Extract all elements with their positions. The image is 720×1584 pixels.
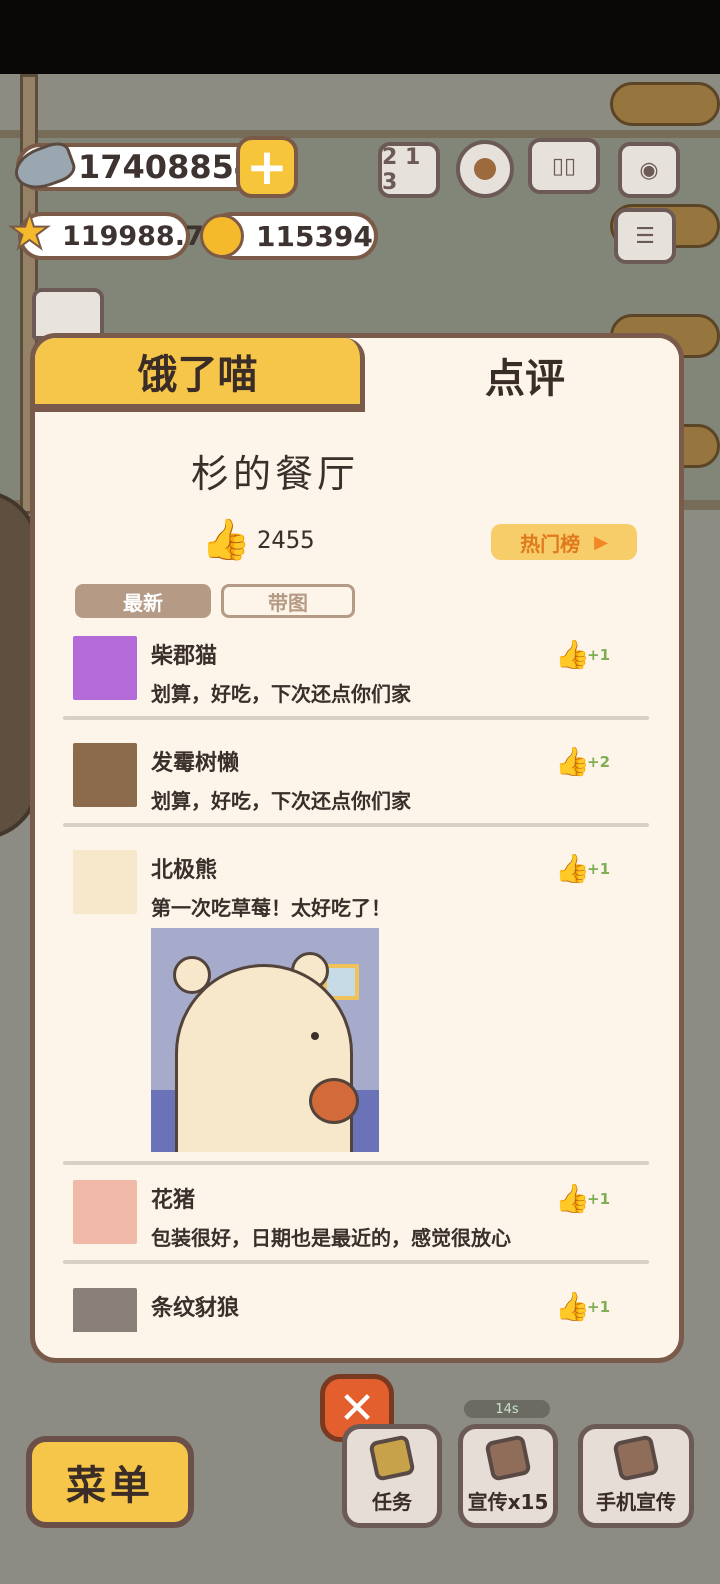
phone-icon bbox=[612, 1434, 660, 1482]
review-text: 划算，好吃，下次还点你们家 bbox=[151, 789, 411, 813]
bell-currency-value: 115394 bbox=[256, 219, 373, 253]
avatar bbox=[73, 1180, 137, 1244]
tasks-button[interactable]: 任务 bbox=[342, 1424, 442, 1528]
reviewer-name: 条纹豺狼 bbox=[151, 1296, 240, 1321]
settings-gear-icon[interactable] bbox=[456, 140, 514, 198]
review-item: 北极熊 第一次吃草莓！太好吃了！ 👍 +1 bbox=[67, 850, 653, 1155]
review-likes: +1 bbox=[587, 1298, 611, 1316]
review-likes: +1 bbox=[587, 1190, 611, 1208]
promote-button[interactable]: 宣传x15 bbox=[458, 1424, 558, 1528]
avatar bbox=[73, 743, 137, 807]
recipe-book-icon[interactable]: ▯▯ bbox=[528, 138, 600, 194]
thumbs-up-icon[interactable]: 👍 bbox=[555, 1182, 590, 1215]
review-panel: 饿了喵 点评 杉的餐厅 👍 2455 热门榜 ▶ 最新 带图 柴郡猫 划算，好吃… bbox=[30, 333, 684, 1363]
thumbs-up-icon[interactable]: 👍 bbox=[555, 1290, 590, 1323]
play-arrow-icon: ▶ bbox=[594, 531, 608, 553]
divider bbox=[63, 716, 649, 720]
review-item: 花猪 包装很好，日期也是最近的，感觉很放心 👍 +1 bbox=[67, 1180, 653, 1252]
filter-latest-button[interactable]: 最新 bbox=[75, 584, 211, 618]
thumbs-up-icon[interactable]: 👍 bbox=[555, 638, 590, 671]
review-photo[interactable] bbox=[151, 928, 379, 1152]
review-text: 包装很好，日期也是最近的，感觉很放心 bbox=[151, 1226, 511, 1250]
review-text: 第一次吃草莓！太好吃了！ bbox=[151, 896, 391, 920]
reviewer-name: 花猪 bbox=[151, 1188, 196, 1213]
divider bbox=[63, 1260, 649, 1264]
filter-with-image-label: 带图 bbox=[268, 590, 308, 615]
reviewer-name: 发霉树懒 bbox=[151, 751, 240, 776]
tab-eleme-label: 饿了喵 bbox=[137, 352, 258, 398]
reviewer-name: 北极熊 bbox=[151, 858, 218, 883]
total-likes-count: 2455 bbox=[256, 525, 315, 554]
phone-promote-label: 手机宣传 bbox=[596, 1490, 676, 1514]
checklist-icon bbox=[368, 1434, 416, 1482]
avatar bbox=[73, 636, 137, 700]
review-text: 划算，好吃，下次还点你们家 bbox=[151, 682, 411, 706]
thumbs-up-icon[interactable]: 👍 bbox=[555, 852, 590, 885]
tasks-label: 任务 bbox=[372, 1490, 412, 1514]
divider bbox=[63, 1161, 649, 1165]
promote-timer-value: 14s bbox=[495, 1401, 519, 1417]
restaurant-name: 杉的餐厅 bbox=[190, 452, 359, 496]
filter-latest-label: 最新 bbox=[123, 590, 163, 615]
review-item: 条纹豺狼 👍 +1 bbox=[67, 1288, 653, 1332]
menu-label: 菜单 bbox=[66, 1463, 154, 1509]
phone-promote-button[interactable]: 手机宣传 bbox=[578, 1424, 694, 1528]
hot-list-label: 热门榜 bbox=[520, 531, 581, 556]
flyer-icon bbox=[484, 1434, 532, 1482]
thumbs-up-icon: 👍 bbox=[201, 517, 251, 563]
review-likes: +1 bbox=[587, 860, 611, 878]
divider bbox=[63, 823, 649, 827]
total-likes: 👍 2455 bbox=[201, 516, 315, 563]
hot-list-button[interactable]: 热门榜 ▶ bbox=[491, 524, 637, 560]
ranking-icon[interactable]: 2 1 3 bbox=[378, 142, 440, 198]
review-likes: +1 bbox=[587, 646, 611, 664]
review-likes: +2 bbox=[587, 753, 611, 771]
star-currency-value: 119988.7 bbox=[62, 220, 204, 252]
tab-reviews-label: 点评 bbox=[485, 356, 565, 402]
tab-eleme[interactable]: 饿了喵 bbox=[35, 338, 365, 412]
tab-reviews[interactable]: 点评 bbox=[365, 338, 679, 412]
camera-icon[interactable]: ◉ bbox=[618, 142, 680, 198]
star-icon: ★ bbox=[7, 204, 52, 260]
review-item: 发霉树懒 划算，好吃，下次还点你们家 👍 +2 bbox=[67, 743, 653, 815]
menu-button[interactable]: 菜单 bbox=[26, 1436, 194, 1528]
add-fish-button[interactable]: + bbox=[236, 136, 298, 198]
fish-currency-value: 17408854 bbox=[78, 148, 257, 186]
thumbs-up-icon[interactable]: 👍 bbox=[555, 745, 590, 778]
review-item: 柴郡猫 划算，好吃，下次还点你们家 👍 +1 bbox=[67, 636, 653, 708]
filter-with-image-button[interactable]: 带图 bbox=[221, 584, 355, 618]
avatar bbox=[73, 850, 137, 914]
bell-icon bbox=[200, 214, 244, 258]
promote-timer: 14s bbox=[464, 1400, 550, 1418]
promote-label: 宣传x15 bbox=[467, 1490, 549, 1514]
reviewer-name: 柴郡猫 bbox=[151, 644, 218, 669]
avatar bbox=[73, 1288, 137, 1332]
notes-icon[interactable]: ☰ bbox=[614, 208, 676, 264]
